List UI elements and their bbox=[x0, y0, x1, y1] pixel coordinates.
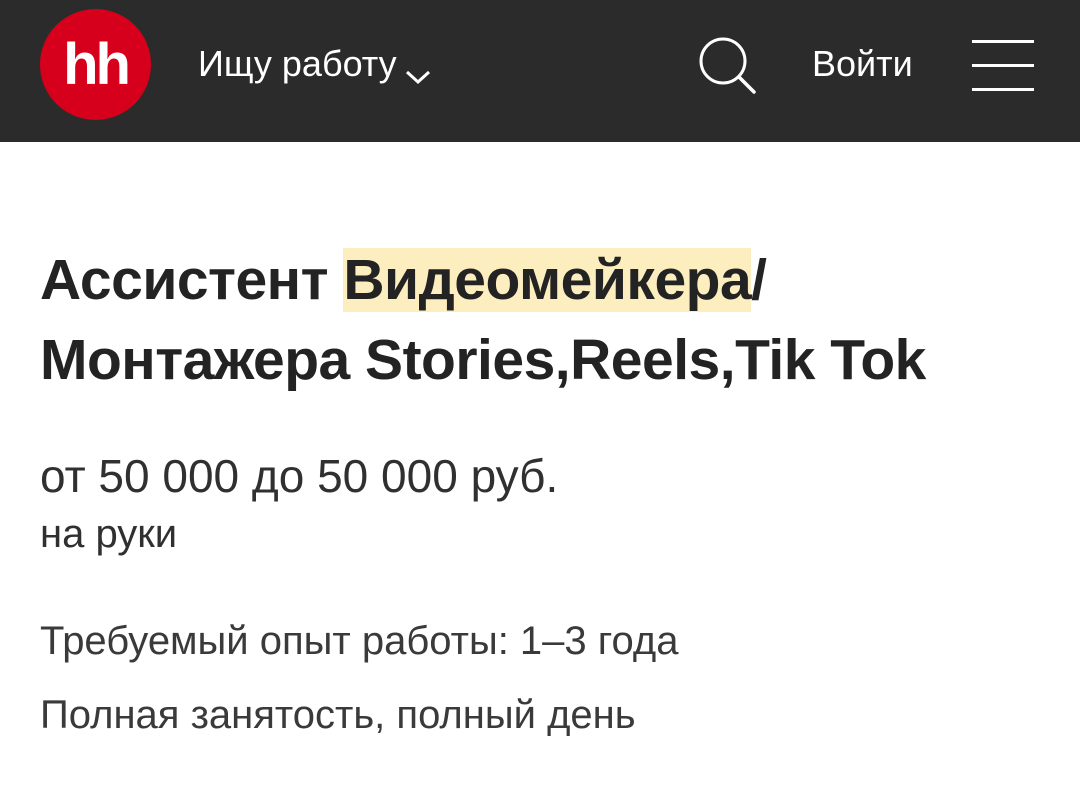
chevron-down-icon bbox=[403, 54, 433, 85]
search-button[interactable] bbox=[696, 34, 758, 96]
employment-type: Полная занятость, полный день bbox=[40, 693, 636, 737]
hamburger-menu-icon[interactable] bbox=[972, 38, 1034, 94]
vacancy-title-prefix: Ассистент bbox=[40, 248, 344, 312]
role-switch-dropdown[interactable]: Ищу работу bbox=[198, 38, 433, 90]
vacancy-title-highlight: Видеомейкера bbox=[343, 248, 752, 312]
search-icon bbox=[699, 37, 756, 94]
login-button[interactable]: Войти bbox=[812, 40, 913, 88]
top-header: hh Ищу работу Войти bbox=[0, 0, 1080, 142]
vacancy-content: Ассистент Видеомейкера/ Монтажера Storie… bbox=[40, 240, 1040, 752]
vacancy-title: Ассистент Видеомейкера/ Монтажера Storie… bbox=[40, 240, 1040, 400]
vacancy-meta: Требуемый опыт работы: 1–3 года Полная з… bbox=[40, 604, 1040, 752]
hh-logo[interactable]: hh bbox=[40, 9, 151, 120]
role-switch-label: Ищу работу bbox=[198, 43, 397, 84]
experience-requirement: Требуемый опыт работы: 1–3 года bbox=[40, 619, 679, 663]
salary-range: от 50 000 до 50 000 руб. bbox=[40, 450, 559, 502]
salary-note: на руки bbox=[40, 512, 178, 556]
